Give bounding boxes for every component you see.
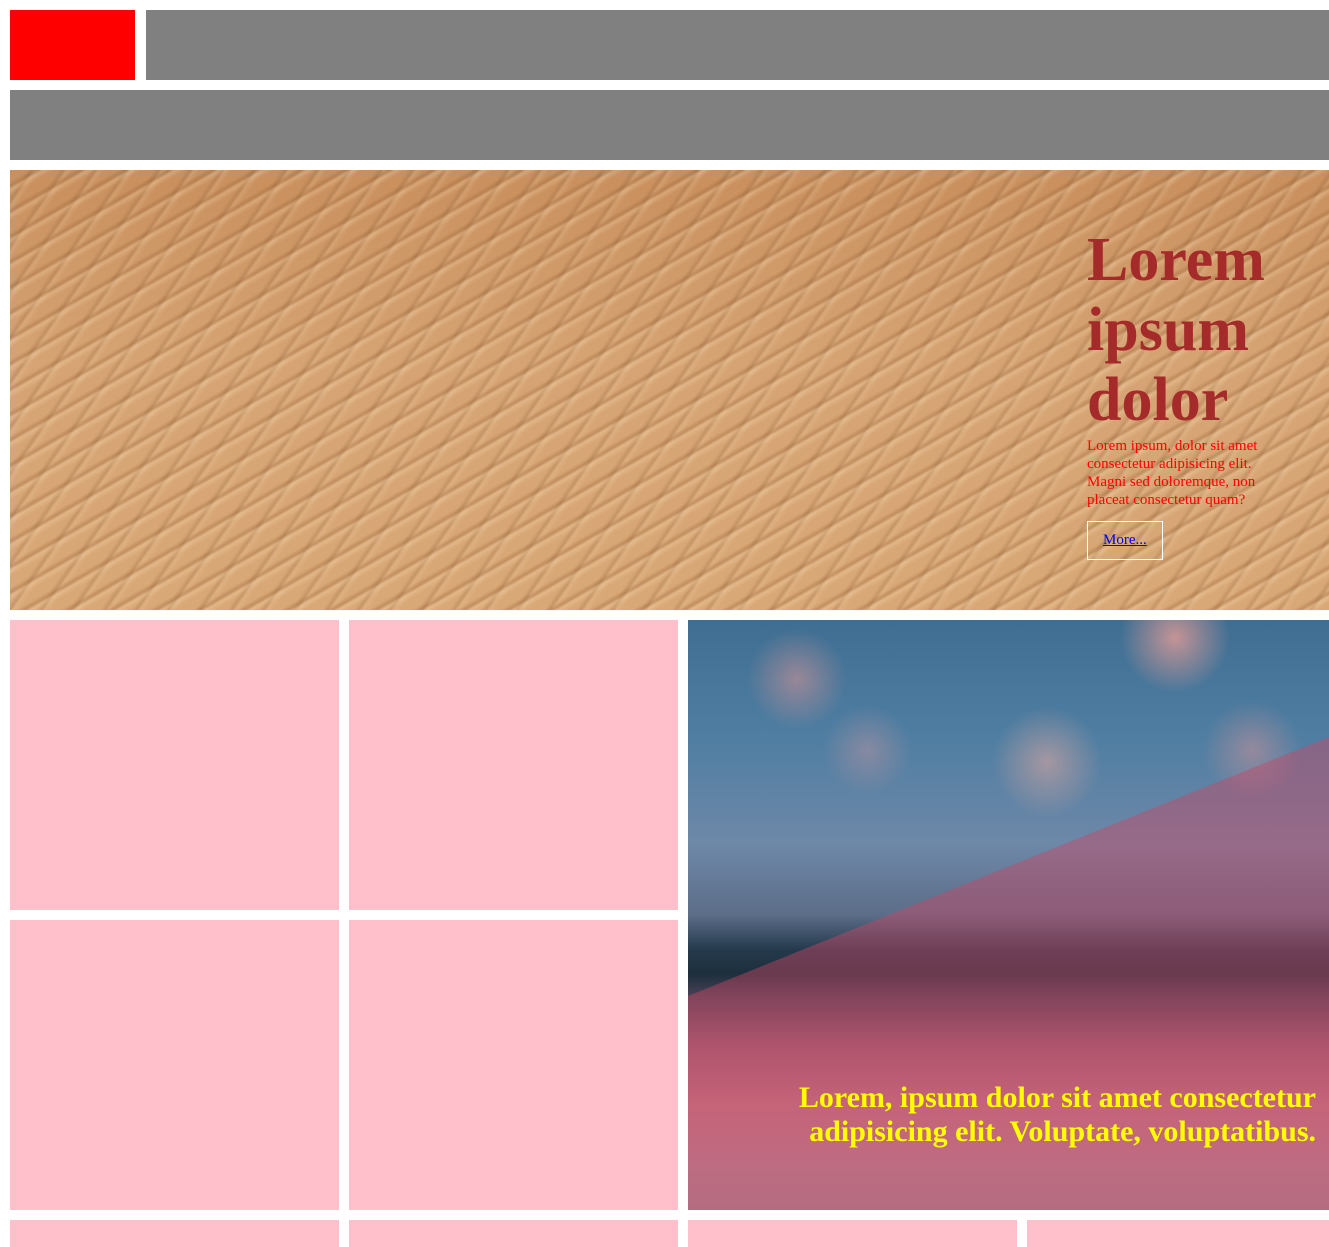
hero-text: Lorem ipsum, dolor sit amet consectetur … <box>1087 438 1258 508</box>
grid-tile <box>10 920 339 1210</box>
nav-bar <box>10 90 1329 160</box>
feature-image: Lorem, ipsum dolor sit amet consectetur … <box>688 620 1329 1210</box>
grid-tile <box>349 620 678 910</box>
hero-banner: Lorem ipsum dolor Lorem ipsum, dolor sit… <box>10 170 1329 610</box>
logo-block <box>10 10 135 80</box>
bottom-tile <box>688 1220 1017 1247</box>
bottom-tile <box>349 1220 678 1247</box>
more-button[interactable]: More... <box>1087 521 1163 560</box>
grid-tile <box>10 620 339 910</box>
bottom-tile <box>1027 1220 1329 1247</box>
grid-tile <box>349 920 678 1210</box>
hero-title: Lorem ipsum dolor <box>1087 226 1265 434</box>
hero-content: Lorem ipsum dolor Lorem ipsum, dolor sit… <box>1087 225 1287 560</box>
feature-caption: Lorem, ipsum dolor sit amet consectetur … <box>798 1081 1316 1148</box>
top-bar <box>146 10 1329 80</box>
bottom-tile <box>10 1220 339 1247</box>
